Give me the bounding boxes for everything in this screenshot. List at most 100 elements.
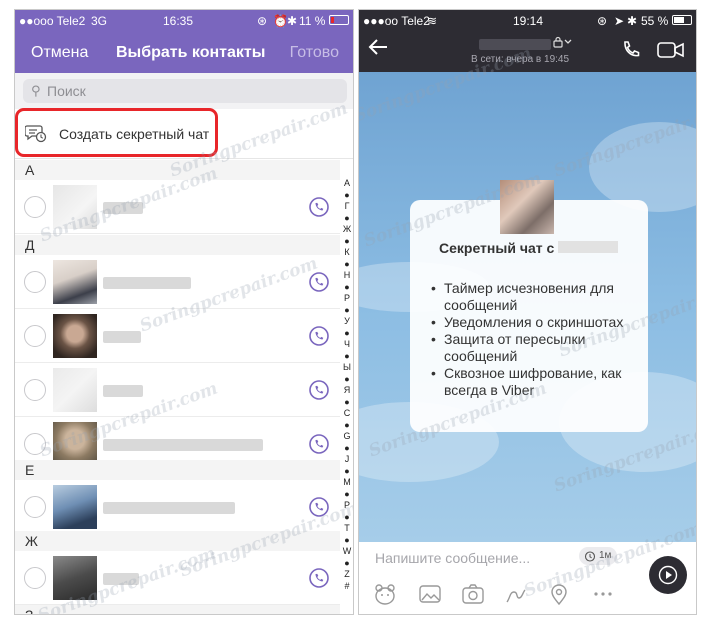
feature-item: Уведомления о скриншотах [431, 314, 641, 331]
call-icon[interactable] [621, 40, 641, 60]
section-header-zh: Ж [15, 531, 340, 551]
index-letter[interactable]: J [341, 454, 353, 466]
index-letter[interactable]: Ч [341, 339, 353, 351]
index-letter[interactable]: Z [341, 569, 353, 581]
index-letter[interactable]: P [341, 500, 353, 512]
select-radio[interactable] [24, 196, 46, 218]
contact-name-blurred [103, 277, 191, 289]
index-letter[interactable]: ● [341, 443, 353, 455]
index-letter[interactable]: ● [341, 512, 353, 524]
index-letter[interactable]: А [341, 178, 353, 190]
contact-row[interactable] [15, 180, 340, 234]
contact-row[interactable] [15, 363, 340, 417]
index-letter[interactable]: T [341, 523, 353, 535]
timer-icon [584, 551, 596, 562]
index-letter[interactable]: К [341, 247, 353, 259]
self-destruct-timer[interactable]: 1м [579, 547, 617, 565]
contacts-screen: ●●ooo Tele2 3G 16:35 ⊛ ⏰ ✱ 11 % Отмена В… [14, 9, 354, 615]
video-call-icon[interactable] [657, 41, 685, 59]
section-header-z: З [15, 605, 340, 614]
contact-row[interactable] [15, 255, 340, 309]
contact-row[interactable] [15, 480, 340, 534]
send-button[interactable] [649, 556, 687, 594]
rotation-lock-icon: ⊛ [597, 14, 608, 28]
index-letter[interactable]: ● [341, 535, 353, 547]
lock-icon [553, 36, 572, 48]
clock: 19:14 [513, 14, 544, 28]
index-letter[interactable]: ● [341, 466, 353, 478]
doodle-icon[interactable] [504, 582, 528, 606]
index-letter[interactable]: ● [341, 259, 353, 271]
index-letter[interactable]: ● [341, 397, 353, 409]
carrier: ●●●oo Tele2 [363, 14, 430, 28]
index-letter[interactable]: ● [341, 351, 353, 363]
index-letter[interactable]: ● [341, 282, 353, 294]
sticker-icon[interactable] [373, 582, 397, 606]
index-letter[interactable]: ● [341, 374, 353, 386]
index-letter[interactable]: ● [341, 305, 353, 317]
select-radio[interactable] [24, 379, 46, 401]
status-bar: ●●ooo Tele2 3G 16:35 ⊛ ⏰ ✱ 11 % [15, 10, 353, 30]
alarm-icon: ⏰ [273, 14, 288, 28]
chat-header: ●●●oo Tele2 ≋ 19:14 ⊛ ➤ ✱ 55 % В сети: в… [359, 10, 696, 72]
index-letter[interactable]: ● [341, 489, 353, 501]
contact-name-blurred [558, 241, 618, 253]
index-letter[interactable]: Р [341, 293, 353, 305]
index-letter[interactable]: ● [341, 420, 353, 432]
index-letter[interactable]: Я [341, 385, 353, 397]
avatar [53, 185, 97, 229]
index-letter[interactable]: ● [341, 558, 353, 570]
index-letter[interactable]: Ы [341, 362, 353, 374]
message-composer[interactable]: Напишите сообщение... 1м [359, 542, 696, 572]
index-letter[interactable]: Ж [341, 224, 353, 236]
avatar [53, 556, 97, 600]
battery-percent: 55 % [641, 14, 669, 28]
contact-name-blurred [103, 502, 235, 514]
select-radio[interactable] [24, 271, 46, 293]
section-header-a: А [15, 160, 340, 180]
feature-list: Таймер исчезновения для сообщений Уведом… [431, 280, 641, 399]
rotation-lock-icon: ⊛ [257, 14, 268, 28]
location-icon: ➤ [614, 14, 625, 28]
index-letter[interactable]: ● [341, 236, 353, 248]
select-radio[interactable] [24, 433, 46, 455]
search-input[interactable]: ⚲ Поиск [23, 79, 347, 103]
index-letter[interactable]: # [341, 581, 353, 593]
viber-icon [309, 326, 329, 346]
index-letter[interactable]: Г [341, 201, 353, 213]
more-icon[interactable] [591, 582, 615, 606]
index-letter[interactable]: У [341, 316, 353, 328]
contact-name-blurred[interactable] [479, 39, 551, 50]
battery-icon [672, 15, 692, 25]
page-title: Выбрать контакты [116, 44, 266, 61]
camera-icon[interactable] [461, 582, 485, 606]
select-radio[interactable] [24, 496, 46, 518]
message-input[interactable]: Напишите сообщение... [375, 550, 530, 566]
back-arrow-icon[interactable] [367, 38, 389, 56]
avatar [500, 180, 554, 234]
index-letter[interactable]: G [341, 431, 353, 443]
index-letter[interactable]: M [341, 477, 353, 489]
cancel-button[interactable]: Отмена [31, 44, 88, 62]
contact-row[interactable] [15, 309, 340, 363]
select-radio[interactable] [24, 325, 46, 347]
index-letter[interactable]: ● [341, 328, 353, 340]
card-title: Секретный чат с [439, 240, 555, 256]
avatar [53, 368, 97, 412]
index-letter[interactable]: ● [341, 213, 353, 225]
gallery-icon[interactable] [418, 582, 442, 606]
index-letter[interactable]: W [341, 546, 353, 558]
contact-row[interactable] [15, 551, 340, 605]
battery-percent: 11 % [299, 14, 326, 28]
index-letter[interactable]: ● [341, 190, 353, 202]
location-pin-icon[interactable] [547, 582, 571, 606]
select-radio[interactable] [24, 567, 46, 589]
index-letter[interactable]: Н [341, 270, 353, 282]
index-letter[interactable]: С [341, 408, 353, 420]
composer-toolbar [359, 572, 696, 614]
alphabet-index[interactable]: А ● Г ● Ж ● К ● Н ● Р ● У ● Ч ● Ы ● Я ● С ● G ● J ● M ● P ● T ● W ● Z # [341, 178, 353, 592]
battery-icon [329, 15, 349, 25]
highlight-outline [15, 108, 218, 157]
done-button[interactable]: Готово [290, 44, 339, 62]
play-circle-icon [658, 565, 678, 585]
